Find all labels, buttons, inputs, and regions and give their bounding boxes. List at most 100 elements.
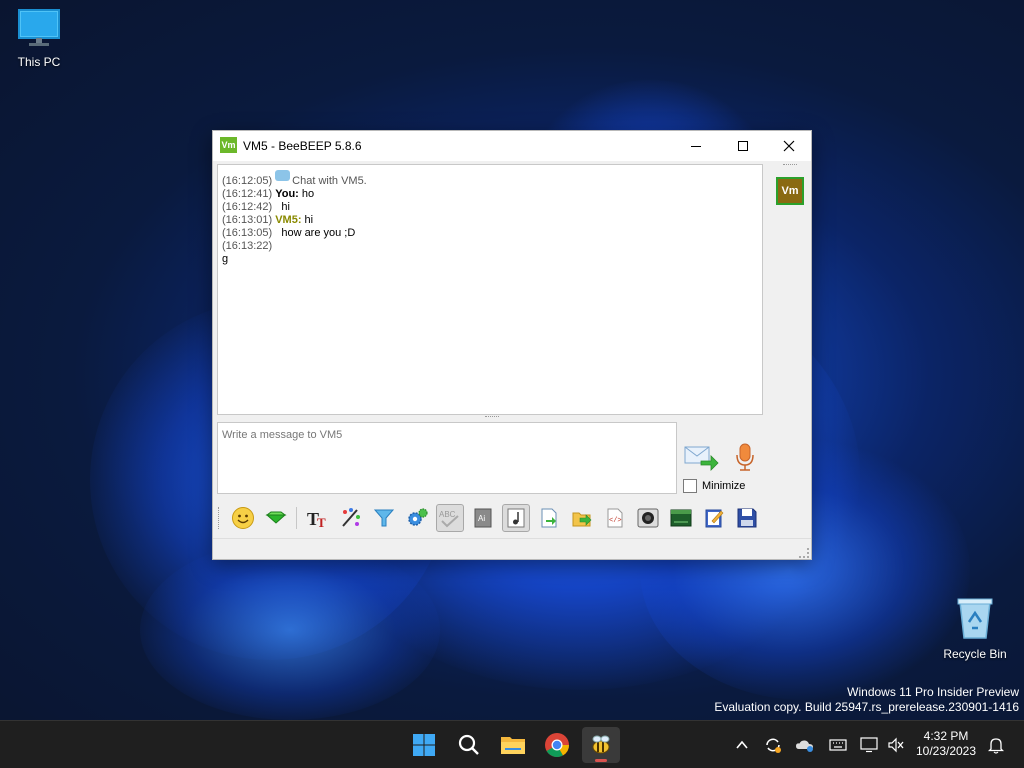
sound-button[interactable] — [501, 504, 530, 532]
user-avatar-vm5[interactable]: Vm — [776, 177, 804, 205]
desktop-icon-this-pc[interactable]: This PC — [1, 8, 77, 69]
message-text: hi — [281, 201, 290, 213]
message-text: g — [222, 253, 229, 265]
terminal-button[interactable] — [667, 504, 695, 532]
edit-note-icon — [705, 509, 723, 528]
taskbar-search-button[interactable] — [451, 727, 487, 763]
chat-message: (16:12:41) You: ho — [222, 188, 758, 201]
chat-members-panel: Vm — [769, 164, 807, 498]
close-icon — [783, 140, 795, 152]
app-logo-icon: Vm — [220, 137, 237, 153]
chat-message: (16:13:01) VM5: hi — [222, 214, 758, 227]
tray-overflow-button[interactable] — [732, 735, 752, 755]
chrome-icon — [545, 733, 569, 758]
settings-gears-icon — [407, 508, 428, 526]
filter-button[interactable] — [370, 504, 398, 532]
tray-sync[interactable] — [763, 735, 783, 755]
taskbar-chrome[interactable] — [539, 727, 575, 763]
display-icon — [860, 737, 878, 753]
monitor-icon — [18, 9, 60, 46]
message-timestamp: (16:13:05) — [222, 227, 273, 239]
minimize-icon — [691, 146, 701, 147]
toolbar-grip[interactable] — [218, 507, 223, 529]
minimize-window-button[interactable] — [673, 131, 719, 161]
save-chat-button[interactable] — [535, 504, 563, 532]
desktop-icon-label: This PC — [17, 55, 61, 69]
message-timestamp: (16:12:41) — [222, 188, 273, 200]
save-disk-icon — [737, 508, 756, 528]
music-note-icon — [507, 508, 524, 528]
font-button[interactable]: TT — [304, 504, 332, 532]
send-file-button[interactable] — [568, 504, 596, 532]
maximize-window-button[interactable] — [720, 131, 766, 161]
filter-icon — [373, 509, 394, 527]
windows-start-icon — [413, 734, 435, 756]
taskbar-clock[interactable]: 4:32 PM 10/23/2023 — [908, 729, 984, 759]
chat-toolbar: TT ABC Ai </> — [215, 500, 809, 536]
message-sender: VM5: — [275, 214, 302, 226]
taskbar-beebeep[interactable] — [582, 727, 620, 763]
volume-muted-icon — [888, 737, 904, 753]
panel-grip[interactable] — [783, 164, 797, 168]
font-icon: TT — [307, 509, 326, 530]
message-timestamp: (16:12:05) — [222, 175, 273, 187]
search-icon — [458, 734, 479, 755]
wallpaper-bloom — [140, 540, 440, 720]
message-text: how are you ;D — [281, 227, 356, 239]
emoticons-button[interactable] — [229, 504, 257, 532]
message-timestamp: (16:12:42) — [222, 201, 273, 213]
terminal-icon — [670, 509, 691, 527]
voice-message-button[interactable] — [731, 441, 759, 473]
minimize-label: Minimize — [702, 480, 746, 492]
dictionary-icon: Ai — [474, 508, 491, 528]
minimize-checkbox[interactable]: Minimize — [683, 479, 745, 493]
html-code-icon: </> — [607, 508, 622, 528]
notification-bell-icon — [988, 738, 1004, 754]
send-message-button[interactable] — [683, 441, 719, 473]
status-bar — [213, 538, 811, 560]
clock-time: 4:32 PM — [923, 729, 969, 743]
emoticon-icon — [231, 507, 254, 529]
svg-text:T: T — [317, 515, 326, 530]
tray-onedrive[interactable] — [795, 735, 815, 755]
chat-message: (16:13:22) — [222, 240, 758, 253]
screenshot-icon — [637, 508, 658, 528]
window-titlebar[interactable]: Vm VM5 - BeeBEEP 5.8.6 — [213, 131, 811, 161]
keyboard-icon — [829, 739, 847, 751]
pane-splitter-handle[interactable] — [485, 416, 499, 419]
tray-keyboard[interactable] — [828, 735, 848, 755]
settings-button[interactable] — [403, 504, 431, 532]
chat-history[interactable]: (16:12:05) Chat with VM5. (16:12:41) You:… — [217, 164, 763, 415]
tray-notifications[interactable] — [986, 735, 1006, 755]
tray-volume[interactable] — [886, 735, 906, 755]
edit-note-button[interactable] — [700, 504, 728, 532]
spell-check-icon: ABC — [439, 510, 459, 528]
color-button[interactable] — [337, 504, 365, 532]
save-button[interactable] — [733, 504, 761, 532]
svg-text:ABC: ABC — [439, 510, 456, 519]
watermark-line: Evaluation copy. Build 25947.rs_prerelea… — [714, 700, 1019, 714]
desktop-icon-label: Recycle Bin — [943, 647, 1007, 661]
send-file-icon — [572, 512, 591, 527]
chat-bubble-icon — [275, 170, 291, 181]
window-title: VM5 - BeeBEEP 5.8.6 — [243, 139, 362, 153]
checkbox-box[interactable] — [683, 479, 697, 493]
screenshot-button[interactable] — [634, 504, 662, 532]
resize-grip[interactable] — [799, 548, 809, 558]
message-input[interactable]: Write a message to VM5 — [217, 422, 677, 494]
html-button[interactable]: </> — [601, 504, 629, 532]
gem-button[interactable] — [262, 504, 290, 532]
taskbar-file-explorer[interactable] — [495, 727, 531, 763]
taskbar: 4:32 PM 10/23/2023 — [0, 720, 1024, 768]
file-explorer-icon — [501, 737, 525, 754]
beebeep-icon — [592, 735, 610, 754]
watermark-line: Windows 11 Pro Insider Preview — [847, 685, 1019, 699]
svg-text:</>: </> — [609, 517, 622, 525]
close-window-button[interactable] — [766, 131, 812, 161]
taskbar-start-button[interactable] — [406, 727, 442, 763]
tray-display[interactable] — [859, 735, 879, 755]
dictionary-button[interactable]: Ai — [469, 504, 497, 532]
desktop-icon-recycle-bin[interactable]: Recycle Bin — [937, 596, 1013, 661]
spell-check-button[interactable]: ABC — [435, 504, 464, 532]
running-indicator — [595, 759, 607, 762]
